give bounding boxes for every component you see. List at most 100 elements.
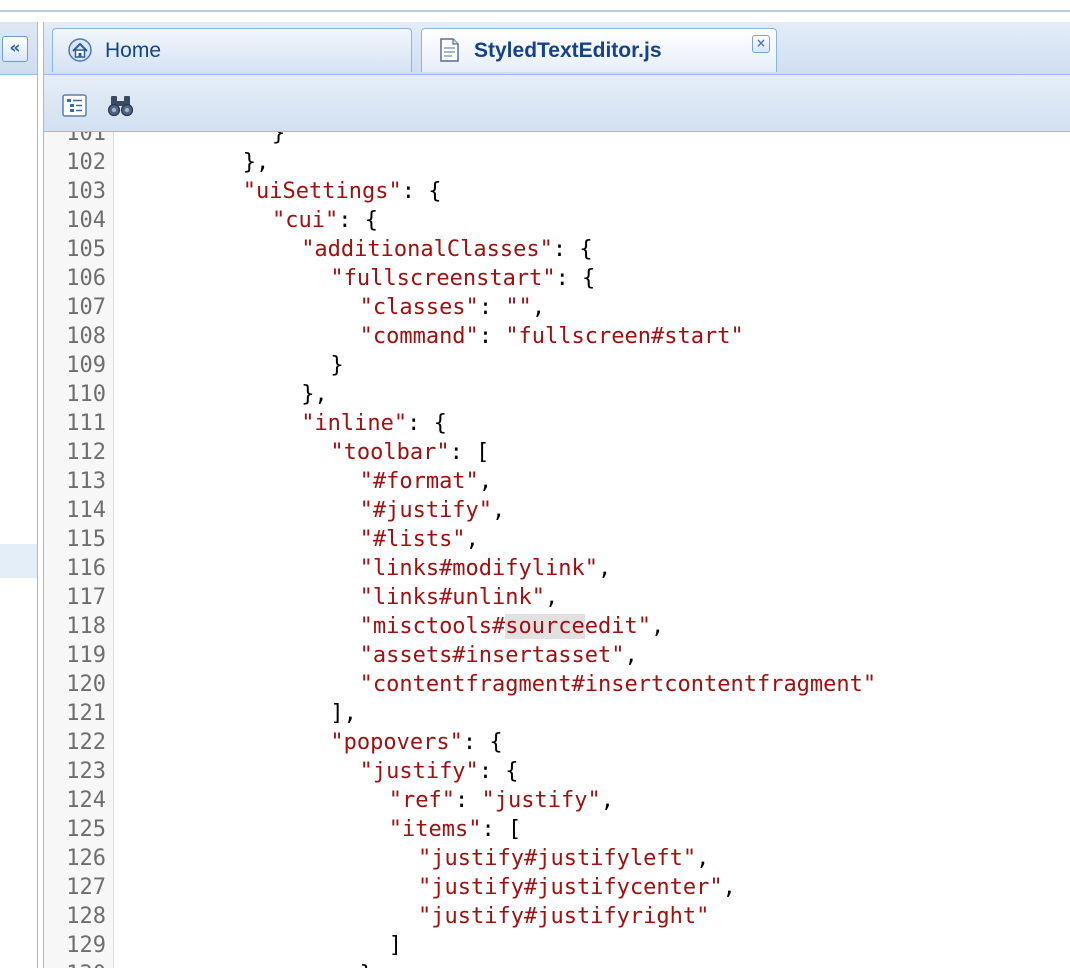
collapse-panel-button[interactable]: « — [2, 36, 28, 62]
code-token: "justify#justifycenter" — [418, 875, 723, 900]
line-number: 102 — [66, 150, 106, 175]
code-token: } — [330, 353, 344, 378]
code-line[interactable]: 130}, — [44, 960, 1070, 968]
code-line[interactable]: 123 "justify": { — [44, 757, 1070, 786]
code-token: : { — [552, 237, 593, 262]
line-code: "ref": "justify", — [389, 786, 614, 815]
code-token: "toolbar" — [330, 440, 450, 465]
line-code: "contentfragment#insertcontentfragment" — [360, 670, 877, 699]
tab-file-label: StyledTextEditor.js — [474, 39, 662, 62]
code-token: "#format" — [359, 469, 479, 494]
line-number: 105 — [66, 237, 106, 262]
outline-icon[interactable] — [62, 93, 88, 119]
code-line[interactable]: 122 "popovers": { — [44, 728, 1070, 757]
line-code: ] — [389, 931, 402, 960]
close-tab-icon[interactable]: × — [752, 35, 770, 53]
line-number: 113 — [66, 469, 106, 494]
home-icon — [68, 38, 92, 62]
line-number: 107 — [66, 295, 106, 320]
tab-file[interactable]: StyledTextEditor.js × — [421, 28, 777, 72]
code-token: : [ — [481, 817, 522, 842]
code-token: , — [492, 498, 506, 523]
code-token: : { — [462, 730, 503, 755]
line-code: "misctools#sourceedit", — [359, 612, 664, 641]
code-line[interactable]: 121], — [44, 699, 1070, 728]
line-code: "#format", — [360, 467, 492, 496]
line-code: "popovers": { — [330, 728, 502, 757]
code-token: , — [478, 469, 493, 494]
line-number: 123 — [66, 759, 106, 784]
code-line[interactable]: 112 "toolbar": [ — [44, 438, 1070, 467]
code-token: : — [455, 788, 482, 813]
tab-strip: Home StyledTextEditor.js × — [44, 22, 1070, 75]
line-number: 125 — [66, 817, 106, 842]
code-token: "#justify" — [359, 498, 493, 523]
search-highlight: source — [505, 614, 585, 639]
code-line[interactable]: 117 "links#unlink", — [44, 583, 1070, 612]
code-line[interactable]: 116 "links#modifylink", — [44, 554, 1070, 583]
tab-home[interactable]: Home — [52, 28, 412, 72]
code-line[interactable]: 103 "uiSettings": { — [44, 177, 1070, 206]
code-line[interactable]: 129] — [44, 931, 1070, 960]
line-number: 122 — [66, 730, 106, 755]
code-token: edit" — [584, 614, 652, 639]
line-number: 121 — [66, 701, 106, 726]
code-line[interactable]: 125 "items": [ — [44, 815, 1070, 844]
code-line[interactable]: 102}, — [44, 148, 1070, 177]
line-number: 129 — [66, 933, 106, 958]
line-code: "links#unlink", — [360, 583, 559, 612]
code-token: , — [600, 788, 614, 813]
code-line[interactable]: 119 "assets#insertasset", — [44, 641, 1070, 670]
code-line[interactable]: 114 "#justify", — [44, 496, 1070, 525]
line-code: "fullscreenstart": { — [330, 264, 595, 293]
code-line[interactable]: 105 "additionalClasses": { — [44, 235, 1070, 264]
line-number: 127 — [66, 875, 106, 900]
line-code: "cui": { — [272, 206, 378, 235]
code-line[interactable]: 104 "cui": { — [44, 206, 1070, 235]
line-code: "inline": { — [301, 409, 447, 438]
code-token: "popovers" — [330, 730, 463, 755]
code-editor[interactable]: 101} 102}, 103 "uiSettings": {104 "cui": {10… — [44, 132, 1070, 968]
code-token: "misctools# — [359, 614, 506, 639]
code-line[interactable]: 113 "#format", — [44, 467, 1070, 496]
line-code: "additionalClasses": { — [301, 235, 592, 264]
code-token: "uiSettings" — [242, 179, 402, 204]
code-line[interactable]: 110}, — [44, 380, 1070, 409]
code-line[interactable]: 128 "justify#justifyright" — [44, 902, 1070, 931]
code-line[interactable]: 109} — [44, 351, 1070, 380]
code-token: "cui" — [272, 208, 339, 233]
code-token: "classes" — [359, 295, 479, 320]
code-line[interactable]: 120 "contentfragment#insertcontentfragmen… — [44, 670, 1070, 699]
code-line[interactable]: 115 "#lists", — [44, 525, 1070, 554]
code-token: }, — [301, 382, 328, 407]
code-line[interactable]: 126 "justify#justifyleft", — [44, 844, 1070, 873]
binoculars-find-icon[interactable] — [108, 93, 134, 119]
code-token: , — [624, 643, 638, 668]
line-code: } — [272, 132, 285, 148]
code-token: "links#unlink" — [359, 585, 546, 610]
code-line[interactable]: 111 "inline": { — [44, 409, 1070, 438]
code-token: ] — [388, 933, 403, 958]
left-panel: « — [0, 22, 38, 968]
line-number: 130 — [44, 960, 106, 968]
line-code: "justify#justifycenter", — [418, 873, 736, 902]
code-token: "justify#justifyright" — [418, 904, 710, 929]
line-number: 108 — [66, 324, 106, 349]
editor-toolbar — [44, 75, 1070, 132]
code-line[interactable]: 108 "command": "fullscreen#start" — [44, 322, 1070, 351]
code-token: "additionalClasses" — [301, 237, 553, 262]
code-token: }, — [360, 962, 387, 968]
code-line[interactable]: 118 "misctools#sourceedit", — [44, 612, 1070, 641]
code-line[interactable]: 127 "justify#justifycenter", — [44, 873, 1070, 902]
code-line[interactable]: 106 "fullscreenstart": { — [44, 264, 1070, 293]
left-panel-selected-row[interactable] — [0, 544, 37, 578]
code-line[interactable]: 101} — [44, 132, 1070, 148]
code-token: "contentfragment#insertcontentfragment" — [359, 672, 877, 697]
line-code: }, — [360, 960, 387, 968]
code-line[interactable]: 124 "ref": "justify", — [44, 786, 1070, 815]
line-code: "#lists", — [360, 525, 479, 554]
code-token: , — [465, 527, 479, 552]
line-number: 116 — [66, 556, 106, 581]
code-line[interactable]: 107 "classes": "", — [44, 293, 1070, 322]
line-number: 103 — [66, 179, 106, 204]
